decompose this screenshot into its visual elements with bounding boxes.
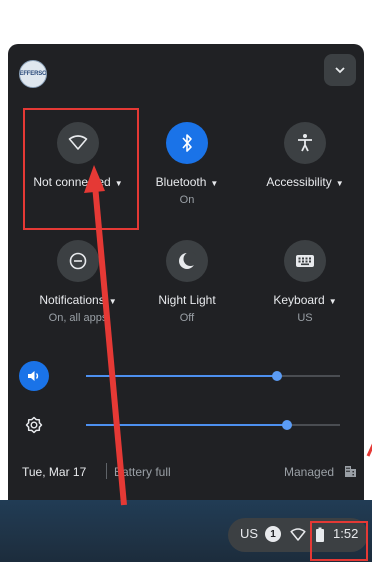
brightness-slider[interactable] — [86, 420, 340, 430]
tile-bluetooth[interactable]: Bluetooth ▼ On — [132, 122, 242, 206]
avatar-text: EFFERSO — [19, 71, 47, 77]
bluetooth-label: Bluetooth ▼ — [155, 175, 219, 189]
keyboard-layout-indicator: US — [240, 526, 259, 541]
accessibility-label: Accessibility ▼ — [266, 175, 344, 189]
bluetooth-icon — [182, 134, 192, 152]
chevron-down-icon — [335, 67, 345, 74]
highlight-clock — [310, 521, 368, 561]
brightness-slider-fill — [86, 424, 287, 426]
brightness-button[interactable] — [19, 410, 49, 440]
battery-status-label[interactable]: Battery full — [114, 465, 171, 479]
keyboard-icon — [296, 255, 314, 267]
tile-keyboard[interactable]: Keyboard ▼ US — [250, 240, 360, 324]
footer-divider — [106, 463, 107, 479]
keyboard-status: US — [297, 312, 313, 324]
managed-building-icon — [345, 466, 357, 477]
tile-accessibility[interactable]: Accessibility ▼ — [250, 122, 360, 189]
volume-slider[interactable] — [86, 371, 340, 381]
managed-label: Managed — [284, 465, 335, 479]
keyboard-toggle[interactable] — [284, 240, 326, 282]
user-avatar[interactable]: EFFERSO — [19, 60, 47, 88]
volume-icon — [28, 371, 39, 381]
bluetooth-toggle[interactable] — [166, 122, 208, 164]
highlight-network-tile — [23, 108, 139, 230]
collapse-button[interactable] — [324, 54, 356, 86]
tile-night-light[interactable]: Night Light Off — [132, 240, 242, 324]
tile-notifications[interactable]: Notifications ▼ On, all apps — [23, 240, 133, 324]
volume-slider-thumb[interactable] — [271, 371, 282, 381]
notification-count-badge: 1 — [265, 526, 281, 542]
accessibility-icon — [298, 134, 312, 152]
notifications-status: On, all apps — [48, 312, 108, 324]
volume-slider-fill — [86, 375, 277, 377]
volume-button[interactable] — [19, 361, 49, 391]
brightness-slider-thumb[interactable] — [281, 420, 292, 430]
night-light-icon — [179, 252, 197, 269]
notifications-label: Notifications ▼ — [39, 293, 117, 307]
wifi-icon — [290, 528, 306, 541]
night-light-status: Off — [179, 312, 195, 324]
notifications-icon — [69, 252, 87, 270]
keyboard-label: Keyboard ▼ — [273, 293, 337, 307]
night-light-toggle[interactable] — [166, 240, 208, 282]
brightness-icon — [25, 416, 43, 434]
notifications-toggle[interactable] — [57, 240, 99, 282]
date-label[interactable]: Tue, Mar 17 — [22, 465, 86, 479]
accessibility-toggle[interactable] — [284, 122, 326, 164]
bluetooth-status: On — [179, 194, 195, 206]
managed-indicator[interactable]: Managed — [284, 465, 357, 479]
night-light-label: Night Light — [158, 293, 216, 307]
